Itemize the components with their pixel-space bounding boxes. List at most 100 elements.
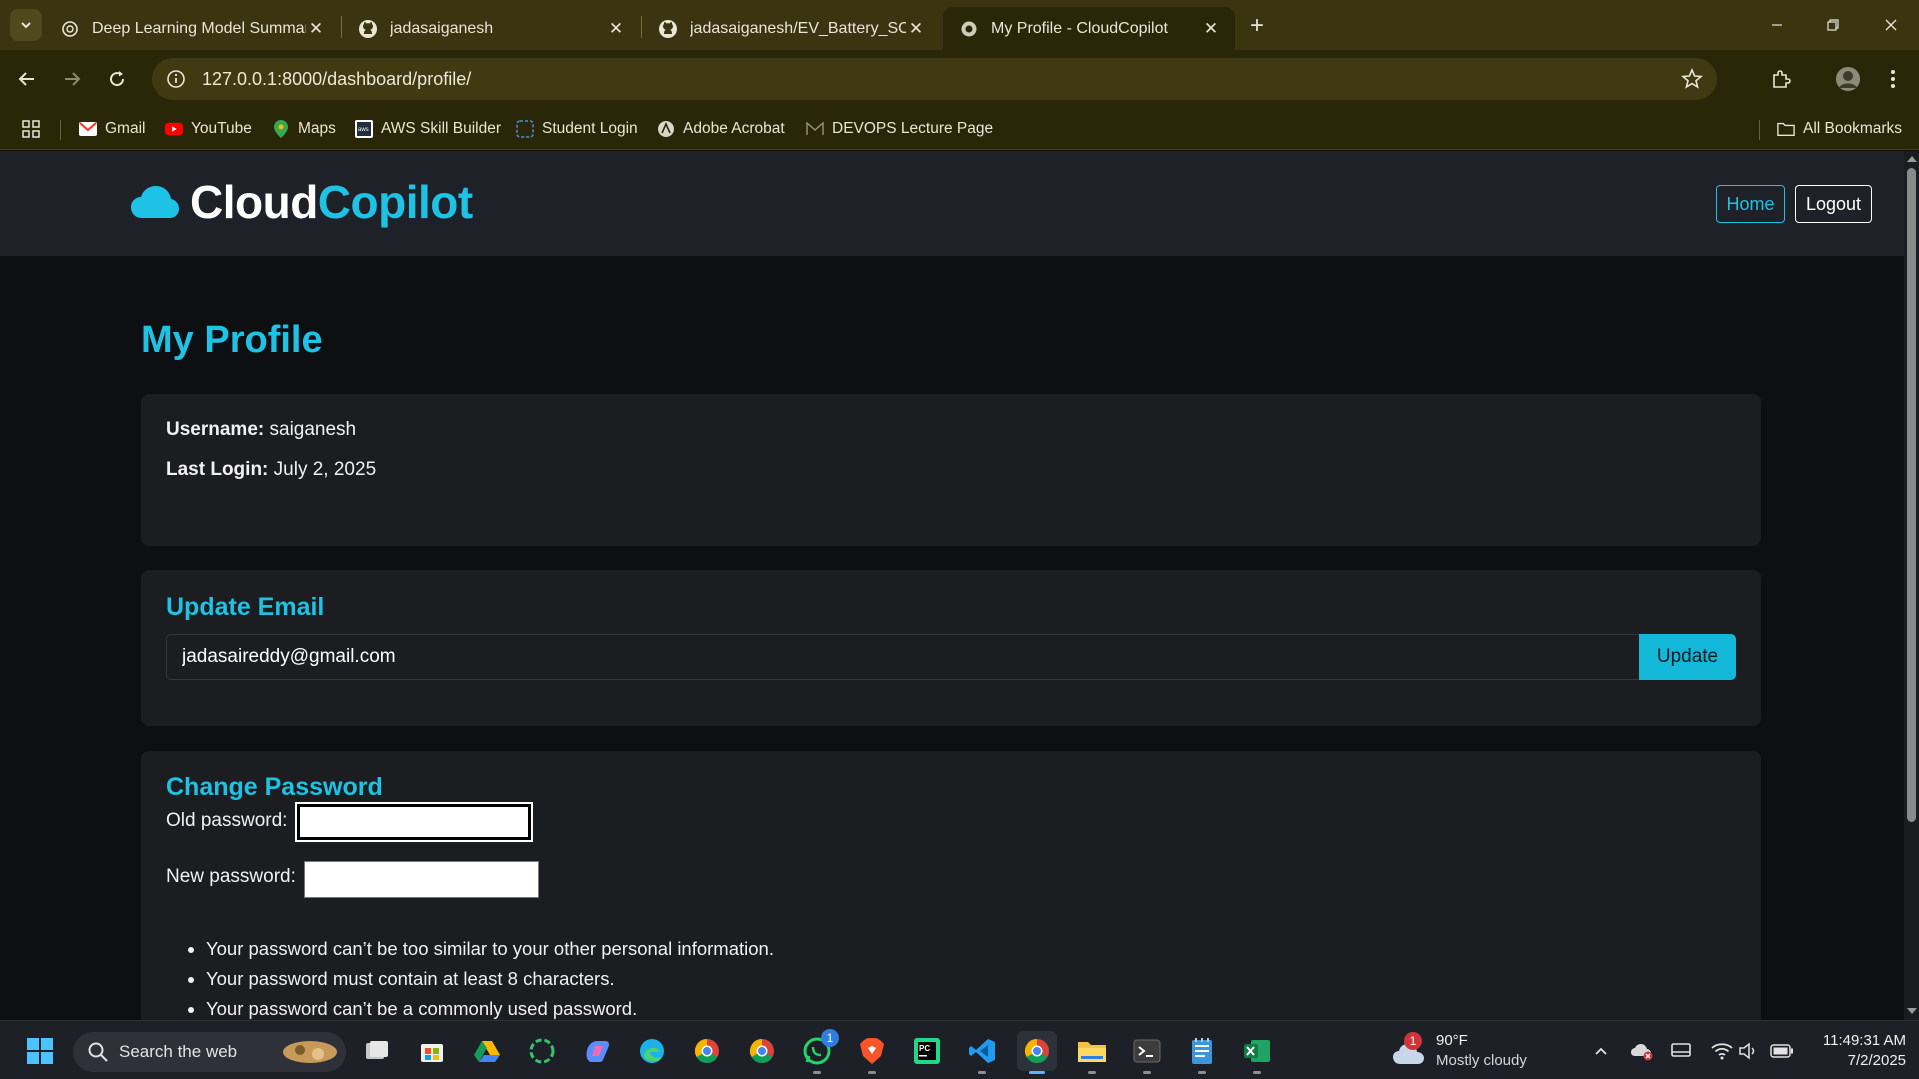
taskbar-vscode[interactable] (962, 1031, 1002, 1074)
brave-icon (860, 1038, 884, 1064)
task-view-button[interactable] (357, 1031, 397, 1071)
chrome-icon (694, 1039, 719, 1064)
profile-button[interactable] (1831, 62, 1865, 96)
volume-tray[interactable] (1737, 1039, 1761, 1063)
close-tab-icon[interactable]: ✕ (1201, 19, 1221, 39)
back-button[interactable] (10, 62, 44, 96)
taskbar-chrome-1[interactable] (687, 1031, 727, 1071)
copilot-icon (586, 1041, 609, 1062)
windows-logo-icon (27, 1038, 53, 1064)
bookmark-label: AWS Skill Builder (381, 120, 502, 137)
scroll-down-arrow[interactable] (1907, 1008, 1917, 1014)
taskbar-terminal[interactable] (1127, 1031, 1167, 1074)
running-indicator (1198, 1071, 1206, 1074)
new-tab-button[interactable]: + (1243, 12, 1271, 40)
bookmark-star-icon[interactable] (1681, 68, 1703, 90)
scroll-up-arrow[interactable] (1907, 156, 1917, 162)
old-password-input[interactable] (295, 802, 533, 842)
taskbar-app-green[interactable] (522, 1031, 562, 1071)
github-icon (658, 19, 678, 39)
tab-my-profile[interactable]: My Profile - CloudCopilot ✕ (943, 7, 1235, 50)
taskbar-edge[interactable] (632, 1031, 672, 1071)
bookmark-devops[interactable]: DEVOPS Lecture Page (806, 117, 993, 141)
logout-button[interactable]: Logout (1795, 185, 1872, 223)
taskbar-chrome-active[interactable] (1017, 1031, 1057, 1074)
bookmark-student-login[interactable]: Student Login (516, 117, 638, 141)
running-indicator (1088, 1071, 1096, 1074)
circular-app-icon (529, 1038, 555, 1064)
reload-button[interactable] (100, 62, 134, 96)
bookmark-adobe-acrobat[interactable]: Adobe Acrobat (657, 117, 785, 141)
change-password-card: Change Password Old password: New passwo… (141, 751, 1761, 1020)
weather-widget[interactable]: 1 90°F Mostly cloudy (1392, 1029, 1527, 1073)
tab-deep-learning[interactable]: Deep Learning Model Summary ✕ (44, 7, 340, 50)
battery-tray[interactable] (1770, 1039, 1794, 1063)
taskbar-chrome-2[interactable] (742, 1031, 782, 1071)
all-bookmarks-button[interactable]: All Bookmarks (1777, 117, 1902, 141)
start-button[interactable] (20, 1031, 60, 1071)
taskbar-brave[interactable] (852, 1031, 892, 1074)
apps-button[interactable] (22, 117, 40, 141)
all-bookmarks-label: All Bookmarks (1803, 120, 1903, 137)
username-label: Username: (166, 419, 265, 440)
email-input[interactable] (166, 634, 1665, 680)
student-login-icon (516, 120, 534, 138)
taskbar-file-explorer[interactable] (1072, 1031, 1112, 1074)
url-text: 127.0.0.1:8000/dashboard/profile/ (202, 68, 472, 89)
close-tab-icon[interactable]: ✕ (606, 19, 626, 39)
extensions-button[interactable] (1764, 62, 1798, 96)
update-email-button[interactable]: Update (1639, 634, 1736, 680)
apps-grid-icon (22, 120, 40, 138)
brand-name-copilot: Copilot (317, 176, 473, 228)
site-info-icon[interactable] (166, 69, 186, 89)
tray-overflow-button[interactable] (1589, 1039, 1613, 1063)
bookmark-separator (1759, 120, 1760, 140)
browser-menu-button[interactable] (1876, 62, 1910, 96)
tab-search-button[interactable] (10, 9, 42, 41)
bookmark-aws[interactable]: aws AWS Skill Builder (355, 117, 501, 141)
minimize-button[interactable] (1749, 0, 1805, 50)
bookmark-youtube[interactable]: YouTube (165, 117, 252, 141)
browser-toolbar: 127.0.0.1:8000/dashboard/profile/ (0, 50, 1919, 108)
taskbar-search[interactable]: Search the web (73, 1032, 346, 1072)
close-tab-icon[interactable]: ✕ (906, 19, 926, 39)
pycharm-icon: PC (914, 1038, 940, 1064)
taskbar-excel[interactable] (1237, 1031, 1277, 1074)
onedrive-error-icon (1631, 1044, 1653, 1061)
globe-icon (959, 19, 979, 39)
taskbar-google-drive[interactable] (467, 1031, 507, 1071)
bookmarks-bar: Gmail YouTube Maps aws AWS Skill Builder… (0, 108, 1919, 150)
display-tray[interactable] (1669, 1039, 1693, 1063)
taskbar-whatsapp[interactable]: 1 (797, 1029, 839, 1074)
system-clock[interactable]: 11:49:31 AM 7/2/2025 (1806, 1031, 1906, 1071)
new-password-input[interactable] (304, 861, 539, 898)
brand-logo[interactable]: Cloud Copilot (130, 175, 473, 229)
page-scrollbar[interactable] (1904, 151, 1919, 1020)
onedrive-tray[interactable] (1630, 1039, 1654, 1063)
address-bar[interactable]: 127.0.0.1:8000/dashboard/profile/ (152, 58, 1717, 100)
close-window-button[interactable] (1863, 0, 1919, 50)
bookmark-maps[interactable]: Maps (272, 117, 336, 141)
tab-title: jadasaiganesh (390, 19, 494, 37)
bookmark-label: YouTube (191, 120, 252, 137)
bookmark-gmail[interactable]: Gmail (79, 117, 145, 141)
restore-button[interactable] (1805, 0, 1861, 50)
task-view-icon (366, 1041, 388, 1059)
list-item: Your password must contain at least 8 ch… (206, 964, 774, 994)
battery-icon (1770, 1044, 1793, 1058)
last-login-value: July 2, 2025 (273, 459, 377, 480)
taskbar-pycharm[interactable]: PC (907, 1031, 947, 1071)
profile-info-card: Username: saiganesh Last Login: July 2, … (141, 394, 1761, 546)
wifi-tray[interactable] (1710, 1039, 1734, 1063)
taskbar-notepad[interactable] (1182, 1031, 1222, 1074)
taskbar-store[interactable] (412, 1031, 452, 1071)
tab-ev-battery[interactable]: jadasaiganesh/EV_Battery_SOH ✕ (642, 7, 940, 50)
vscode-icon (969, 1039, 995, 1063)
home-button[interactable]: Home (1716, 185, 1785, 223)
scrollbar-thumb[interactable] (1907, 168, 1916, 822)
tab-jadasaiganesh[interactable]: jadasaiganesh ✕ (342, 7, 640, 50)
close-tab-icon[interactable]: ✕ (306, 19, 326, 39)
bookmark-label: Gmail (105, 120, 146, 137)
forward-button[interactable] (55, 62, 89, 96)
taskbar-copilot[interactable] (577, 1031, 617, 1071)
